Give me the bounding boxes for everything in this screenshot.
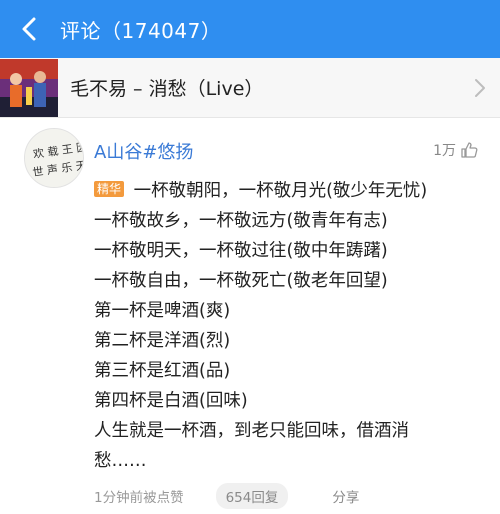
- comment-line: 精华 一杯敬朝阳，一杯敬月光(敬少年无忧): [94, 176, 484, 206]
- chevron-left-icon: [22, 17, 36, 41]
- username[interactable]: A山谷#悠扬: [94, 138, 193, 164]
- avatar[interactable]: 欢 载 王 因 世 声 乐 天: [24, 128, 84, 188]
- share-button[interactable]: 分享: [332, 486, 359, 506]
- page-title: 评论（174047）: [60, 18, 222, 43]
- timestamp: 1分钟前被点赞: [94, 490, 184, 506]
- song-title: 毛不易 – 消愁（Live）: [70, 78, 264, 100]
- reply-button[interactable]: 654回复: [215, 483, 289, 509]
- song-info-row[interactable]: 毛不易 – 消愁（Live）: [0, 58, 500, 118]
- like-button[interactable]: 1万: [433, 140, 478, 160]
- comment-line: 第四杯是白酒(回味): [94, 391, 248, 411]
- comment-line: 第一杯是啤酒(爽): [94, 301, 231, 321]
- featured-badge: 精华: [94, 181, 125, 197]
- comment-line: 愁……: [94, 451, 147, 471]
- top-bar: 评论（174047）: [0, 0, 500, 58]
- comment-line: 人生就是一杯酒，到老只能回味，借酒消: [94, 421, 409, 441]
- back-button[interactable]: [0, 0, 60, 58]
- thumbs-up-icon: [461, 142, 478, 158]
- comment-item: 欢 载 王 因 世 声 乐 天 A山谷#悠扬 1万 精华 一杯敬朝阳，一杯敬月光…: [0, 118, 500, 514]
- chevron-right-icon: [460, 78, 500, 98]
- comment-text: 精华 一杯敬朝阳，一杯敬月光(敬少年无忧) 一杯敬故乡，一杯敬远方(敬青年有志)…: [94, 176, 484, 476]
- comment-line: 一杯敬明天，一杯敬过往(敬中年踌躇): [94, 241, 388, 261]
- comment-line: 第三杯是红酒(品): [94, 361, 231, 381]
- like-count: 1万: [433, 143, 456, 159]
- comment-line: 第二杯是洋酒(烈): [94, 331, 231, 351]
- comment-line: 一杯敬自由，一杯敬死亡(敬老年回望): [94, 271, 388, 291]
- comment-footer: 1分钟前被点赞 654回复 分享: [94, 483, 494, 509]
- album-cover[interactable]: [0, 58, 58, 117]
- comment-line: 一杯敬故乡，一杯敬远方(敬青年有志): [94, 211, 388, 231]
